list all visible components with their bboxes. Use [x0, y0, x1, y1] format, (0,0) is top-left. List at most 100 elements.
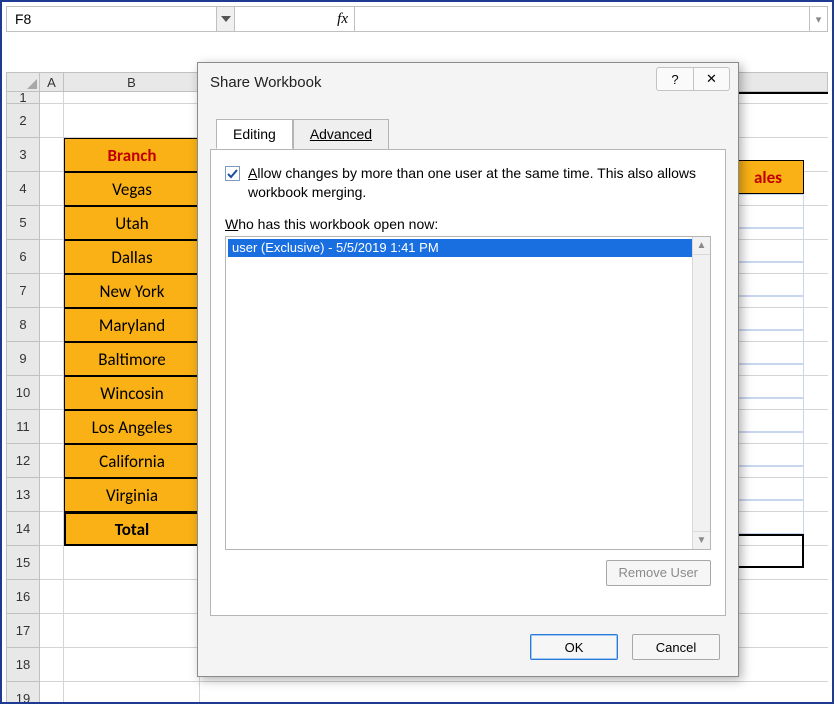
cell[interactable] [40, 410, 64, 444]
cell[interactable] [732, 534, 804, 568]
cell[interactable] [732, 398, 804, 432]
row-header[interactable]: 1 [6, 92, 40, 104]
cell[interactable] [40, 512, 64, 546]
cell[interactable] [40, 444, 64, 478]
tab-advanced[interactable]: Advanced [293, 119, 389, 149]
column-header-B[interactable]: B [64, 72, 200, 92]
cell[interactable] [40, 342, 64, 376]
allow-changes-checkbox[interactable] [225, 166, 240, 181]
row-header[interactable]: 10 [6, 376, 40, 410]
formula-bar-expand[interactable]: ▾ [809, 7, 827, 31]
sales-header-cell[interactable]: ales [732, 160, 804, 194]
cell[interactable] [64, 648, 200, 682]
branch-cell[interactable]: New York [64, 274, 200, 308]
cell[interactable] [40, 138, 64, 172]
chevron-down-icon: ▾ [816, 13, 822, 26]
column-header-A[interactable]: A [40, 72, 64, 92]
who-open-label: Who has this workbook open now: [225, 216, 711, 232]
branch-cell[interactable]: California [64, 444, 200, 478]
cell[interactable] [64, 546, 200, 580]
cell[interactable] [64, 104, 200, 138]
branch-cell[interactable]: Dallas [64, 240, 200, 274]
branch-cell[interactable]: Utah [64, 206, 200, 240]
row-header[interactable]: 11 [6, 410, 40, 444]
row-header[interactable]: 16 [6, 580, 40, 614]
row-header[interactable]: 8 [6, 308, 40, 342]
cell[interactable] [40, 274, 64, 308]
cell[interactable] [732, 262, 804, 296]
name-box[interactable]: F8 [7, 7, 217, 31]
cell[interactable] [732, 500, 804, 534]
row-header[interactable]: 13 [6, 478, 40, 512]
row-header[interactable]: 2 [6, 104, 40, 138]
cell[interactable] [40, 580, 64, 614]
row-header[interactable]: 6 [6, 240, 40, 274]
cell[interactable] [64, 682, 200, 704]
total-cell[interactable]: Total [64, 512, 200, 546]
branch-cell[interactable]: Maryland [64, 308, 200, 342]
help-button[interactable]: ? [657, 68, 693, 90]
row-header[interactable]: 4 [6, 172, 40, 206]
branch-cell[interactable]: Vegas [64, 172, 200, 206]
cell[interactable] [732, 296, 804, 330]
cell[interactable] [732, 466, 804, 500]
cell[interactable] [732, 228, 804, 262]
cell[interactable] [40, 682, 64, 704]
ok-button[interactable]: OK [530, 634, 618, 660]
formula-input[interactable] [355, 7, 809, 31]
row-header[interactable]: 18 [6, 648, 40, 682]
row-header[interactable]: 12 [6, 444, 40, 478]
cell[interactable] [64, 92, 200, 104]
formula-bar: F8 fx ▾ [6, 6, 828, 32]
row-header[interactable]: 5 [6, 206, 40, 240]
users-listbox[interactable]: user (Exclusive) - 5/5/2019 1:41 PM ▲ ▼ [225, 236, 711, 550]
scrollbar[interactable]: ▲ ▼ [692, 237, 710, 549]
row-header[interactable]: 17 [6, 614, 40, 648]
close-button[interactable]: ✕ [693, 68, 729, 90]
share-workbook-dialog: Share Workbook ? ✕ Editing Advanced Allo… [197, 62, 739, 677]
cell[interactable] [732, 364, 804, 398]
row-header[interactable]: 3 [6, 138, 40, 172]
cell[interactable] [732, 330, 804, 364]
close-icon: ✕ [706, 71, 717, 87]
remove-user-button: Remove User [606, 560, 711, 586]
cell[interactable] [40, 546, 64, 580]
cell[interactable] [40, 104, 64, 138]
cell[interactable] [40, 92, 64, 104]
cell[interactable] [732, 194, 804, 228]
cell[interactable] [40, 240, 64, 274]
cell[interactable] [40, 478, 64, 512]
row-header[interactable]: 19 [6, 682, 40, 704]
row-header[interactable]: 7 [6, 274, 40, 308]
cell[interactable] [40, 206, 64, 240]
row-header[interactable]: 9 [6, 342, 40, 376]
select-all-triangle[interactable] [6, 72, 40, 92]
cell[interactable] [732, 432, 804, 466]
cell[interactable] [200, 682, 828, 704]
tab-editing[interactable]: Editing [216, 119, 293, 149]
scroll-down-icon[interactable]: ▼ [693, 531, 710, 549]
cell[interactable] [40, 648, 64, 682]
cell[interactable] [40, 308, 64, 342]
insert-function-button[interactable]: fx [235, 7, 355, 31]
cell[interactable] [40, 614, 64, 648]
cell[interactable] [40, 172, 64, 206]
branch-cell[interactable]: Baltimore [64, 342, 200, 376]
scroll-up-icon[interactable]: ▲ [693, 237, 710, 255]
chevron-down-icon [221, 16, 231, 22]
branch-cell[interactable]: Virginia [64, 478, 200, 512]
branch-cell[interactable]: Wincosin [64, 376, 200, 410]
cell[interactable] [64, 614, 200, 648]
name-box-dropdown[interactable] [217, 7, 235, 31]
row-header[interactable]: 14 [6, 512, 40, 546]
row-header[interactable]: 15 [6, 546, 40, 580]
branch-header-cell[interactable]: Branch [64, 138, 200, 172]
tab-body-editing: Allow changes by more than one user at t… [210, 149, 726, 616]
cell[interactable] [40, 376, 64, 410]
check-icon [226, 167, 239, 180]
branch-cell[interactable]: Los Angeles [64, 410, 200, 444]
allow-changes-label: Allow changes by more than one user at t… [248, 164, 711, 202]
cell[interactable] [64, 580, 200, 614]
cancel-button[interactable]: Cancel [632, 634, 720, 660]
user-list-item[interactable]: user (Exclusive) - 5/5/2019 1:41 PM [228, 239, 692, 257]
